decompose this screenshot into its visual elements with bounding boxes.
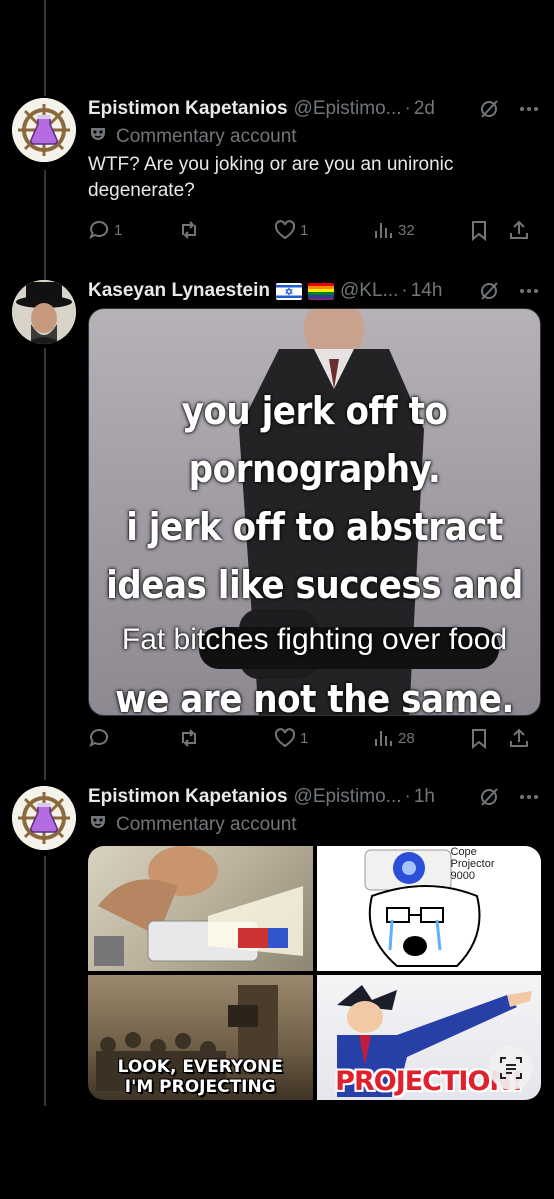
avatar[interactable] bbox=[12, 98, 76, 162]
separator: · bbox=[404, 98, 411, 119]
repost-button[interactable] bbox=[178, 727, 274, 749]
label-text: Commentary account bbox=[116, 814, 297, 835]
tweet-header: Epistimon Kapetanios @Epistimo... · 1h bbox=[88, 784, 540, 810]
crying-wojak-illustration bbox=[364, 849, 480, 967]
meme-line-3: i jerk off to abstract bbox=[126, 505, 503, 549]
timestamp[interactable]: 14h bbox=[411, 280, 443, 302]
repost-icon bbox=[182, 221, 196, 239]
grok-icon[interactable] bbox=[478, 280, 500, 302]
author-name[interactable]: Epistimon Kapetanios bbox=[88, 786, 288, 808]
avatar[interactable] bbox=[12, 786, 76, 850]
account-label: Commentary account bbox=[88, 812, 540, 838]
image-look-everyone[interactable]: LOOK, EVERYONE I'M PROJECTING bbox=[88, 975, 313, 1100]
heart-icon bbox=[274, 220, 296, 240]
like-count: 1 bbox=[300, 729, 309, 747]
reply-icon bbox=[89, 220, 109, 240]
separator: · bbox=[401, 280, 408, 301]
more-options-icon[interactable] bbox=[518, 98, 540, 120]
scan-text-icon bbox=[500, 1057, 522, 1079]
share-icon bbox=[510, 728, 528, 747]
separator: · bbox=[404, 786, 411, 807]
reply-button[interactable] bbox=[88, 727, 178, 749]
more-options-icon[interactable] bbox=[518, 280, 540, 302]
meme-line-6: we are not the same. bbox=[115, 677, 514, 716]
grok-icon[interactable] bbox=[478, 98, 500, 120]
like-count: 1 bbox=[300, 221, 309, 239]
author-name[interactable]: Kaseyan Lynaestein bbox=[88, 280, 270, 302]
tweet-header: Kaseyan Lynaestein @KL... · 14h bbox=[88, 278, 540, 304]
media-grid: Cope Projector 9000 LOOK, EVERYONE I'M P… bbox=[88, 846, 541, 1100]
image-projector-kid[interactable] bbox=[88, 846, 313, 971]
author-handle[interactable]: @Epistimo... bbox=[294, 98, 402, 120]
share-icon bbox=[510, 220, 528, 239]
author-handle[interactable]: @Epistimo... bbox=[294, 786, 402, 808]
image-cope-projector[interactable]: Cope Projector 9000 bbox=[316, 846, 541, 971]
label-text: Commentary account bbox=[116, 126, 297, 147]
views-button[interactable]: 32 bbox=[372, 219, 468, 241]
meme-line-2: pornography. bbox=[188, 447, 441, 491]
look-everyone-caption: LOOK, EVERYONE I'M PROJECTING bbox=[117, 1057, 283, 1097]
avatar[interactable] bbox=[12, 280, 76, 344]
views-button[interactable]: 28 bbox=[372, 727, 468, 749]
thread-line-2 bbox=[44, 348, 46, 780]
thread-line-3 bbox=[44, 856, 46, 1106]
israel-flag-icon bbox=[276, 282, 302, 300]
views-icon bbox=[375, 223, 392, 238]
author-handle[interactable]: @KL... bbox=[340, 280, 398, 302]
more-options-icon[interactable] bbox=[518, 786, 540, 808]
reply-icon bbox=[89, 728, 109, 748]
bookmark-button[interactable] bbox=[468, 727, 508, 749]
author-name[interactable]: Epistimon Kapetanios bbox=[88, 98, 288, 120]
rainbow-flag-icon bbox=[308, 282, 334, 300]
google-lens-button[interactable] bbox=[489, 1046, 533, 1090]
meme-line-4: ideas like success and bbox=[106, 563, 523, 607]
timestamp[interactable]: 1h bbox=[414, 786, 435, 808]
mask-icon bbox=[88, 812, 108, 838]
reply-count: 1 bbox=[114, 221, 123, 239]
views-count: 28 bbox=[398, 729, 415, 747]
like-button[interactable]: 1 bbox=[274, 219, 372, 241]
tweet-text: WTF? Are you joking or are you an uniron… bbox=[88, 154, 454, 201]
heart-icon bbox=[274, 728, 296, 748]
thread-line-1 bbox=[44, 170, 46, 280]
thread-line-top bbox=[44, 0, 46, 96]
views-count: 32 bbox=[398, 221, 415, 239]
bookmark-button[interactable] bbox=[468, 219, 508, 241]
views-icon bbox=[375, 731, 392, 746]
timestamp[interactable]: 2d bbox=[414, 98, 435, 120]
projector-illustration bbox=[94, 846, 303, 966]
like-button[interactable]: 1 bbox=[274, 727, 372, 749]
reply-button[interactable]: 1 bbox=[88, 219, 178, 241]
share-button[interactable] bbox=[508, 219, 530, 241]
meme-image[interactable]: you jerk off to pornography. i jerk off … bbox=[88, 308, 541, 716]
repost-icon bbox=[182, 729, 196, 747]
projector-caption: Cope Projector 9000 bbox=[450, 846, 495, 882]
grok-icon[interactable] bbox=[478, 786, 500, 808]
meme-line-1: you jerk off to bbox=[181, 389, 448, 433]
bookmark-icon bbox=[472, 729, 486, 749]
meme-line-5: Fat bitches fighting over food bbox=[121, 623, 508, 656]
share-button[interactable] bbox=[508, 727, 530, 749]
account-label: Commentary account bbox=[88, 124, 540, 150]
tweet-header: Epistimon Kapetanios @Epistimo... · 2d bbox=[88, 96, 540, 122]
bookmark-icon bbox=[472, 221, 486, 241]
mask-icon bbox=[88, 124, 108, 150]
repost-button[interactable] bbox=[178, 219, 274, 241]
